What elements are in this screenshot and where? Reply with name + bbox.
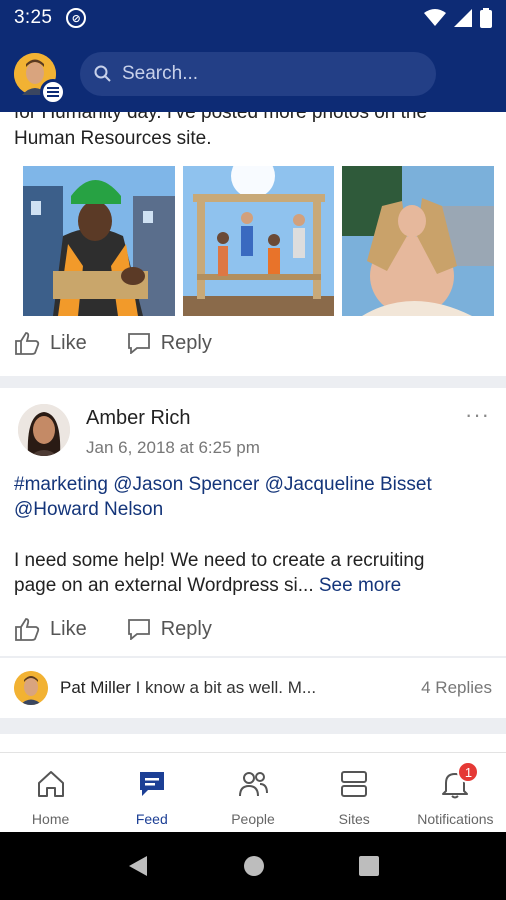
reply-button[interactable]: Reply: [127, 332, 212, 355]
mentions-line[interactable]: #marketing @Jason Spencer @Jacqueline Bi…: [14, 472, 492, 497]
tab-label: Feed: [135, 811, 168, 827]
feed-post-next: [0, 734, 506, 752]
reply-preview[interactable]: Pat Miller I know a bit as well. M... 4 …: [0, 658, 506, 718]
feed-post: Amber Rich Jan 6, 2018 at 6:25 pm ··· #m…: [0, 388, 506, 656]
post-photo-frame[interactable]: [182, 166, 335, 316]
status-bar: 3:25 ⊘: [0, 0, 506, 36]
like-label: Like: [50, 331, 87, 354]
back-icon[interactable]: [127, 854, 149, 878]
post-text: for Humanity day. I've posted more photo…: [0, 112, 506, 152]
tab-label: Notifications: [417, 811, 494, 827]
app-bar: [0, 36, 506, 112]
thumbs-up-icon: [15, 332, 40, 355]
home-circle-icon[interactable]: [243, 855, 265, 877]
mentions-line[interactable]: @Howard Nelson: [14, 497, 492, 522]
see-more-link[interactable]: See more: [319, 575, 401, 596]
post-text-line: for Humanity day. I've posted more photo…: [14, 112, 428, 123]
feed-icon: [139, 772, 164, 796]
system-nav-bar: [0, 832, 506, 900]
search-input[interactable]: [122, 63, 422, 85]
post-text-line: Human Resources site.: [14, 128, 212, 149]
tab-notifications[interactable]: 1 Notifications: [405, 753, 506, 832]
signal-icon: [454, 9, 472, 27]
post-photo-gloves[interactable]: [342, 166, 495, 316]
wifi-icon: [424, 9, 446, 26]
post-header: Amber Rich Jan 6, 2018 at 6:25 pm ···: [0, 388, 506, 458]
data-saver-icon: ⊘: [66, 8, 87, 28]
bottom-tab-bar: Home Feed People Sites 1 Notifications: [0, 752, 506, 832]
reply-button[interactable]: Reply: [127, 618, 212, 641]
author-avatar[interactable]: [18, 404, 70, 456]
reply-label: Reply: [160, 331, 212, 354]
tab-label: People: [231, 811, 275, 827]
search-icon: [94, 65, 111, 82]
author-name[interactable]: Amber Rich: [86, 407, 260, 430]
notification-badge: 1: [457, 761, 480, 783]
menu-icon: [40, 79, 66, 105]
more-options-icon[interactable]: ···: [465, 402, 490, 458]
like-button[interactable]: Like: [14, 617, 87, 641]
reply-text: I know a bit as well. M...: [135, 678, 317, 697]
post-actions: Like Reply: [0, 602, 506, 656]
reply-author-name: Pat Miller: [60, 678, 131, 697]
author-avatar: [26, 734, 66, 752]
search-bar[interactable]: [80, 52, 436, 96]
home-icon: [37, 771, 64, 797]
sites-icon: [341, 771, 368, 797]
thumbs-up-icon: [15, 618, 40, 641]
post-timestamp: Jan 6, 2018 at 6:25 pm: [86, 438, 260, 457]
tab-label: Sites: [338, 811, 370, 827]
post-body-line: I need some help! We need to create a re…: [14, 550, 425, 571]
status-icons: [424, 8, 492, 28]
tab-sites[interactable]: Sites: [304, 753, 405, 832]
like-button[interactable]: Like: [14, 331, 87, 355]
people-icon: [239, 772, 268, 797]
reply-author-avatar: [14, 671, 48, 705]
feed-post: for Humanity day. I've posted more photo…: [0, 112, 506, 376]
recents-icon[interactable]: [359, 856, 379, 876]
feed-list[interactable]: for Humanity day. I've posted more photo…: [0, 112, 506, 752]
tab-label: Home: [31, 811, 70, 827]
post-body-line: page on an external Wordpress si...: [14, 575, 314, 596]
comment-icon: [127, 619, 150, 640]
reply-snippet: Pat Miller I know a bit as well. M...: [60, 678, 316, 698]
profile-menu-button[interactable]: [14, 53, 66, 105]
post-photo-worker[interactable]: [23, 166, 175, 316]
tab-people[interactable]: People: [202, 753, 303, 832]
reply-label: Reply: [160, 617, 212, 640]
tab-feed[interactable]: Feed: [101, 753, 202, 832]
tab-home[interactable]: Home: [0, 753, 101, 832]
post-actions: Like Reply: [0, 316, 506, 370]
photo-strip: [0, 166, 506, 316]
reply-count[interactable]: 4 Replies: [421, 678, 492, 698]
like-label: Like: [50, 617, 87, 640]
post-body: I need some help! We need to create a re…: [0, 522, 506, 598]
post-mentions: #marketing @Jason Spencer @Jacqueline Bi…: [0, 458, 506, 522]
status-time: 3:25: [14, 7, 53, 28]
comment-icon: [127, 333, 150, 354]
battery-icon: [480, 8, 492, 28]
post-meta: Amber Rich Jan 6, 2018 at 6:25 pm: [86, 404, 260, 458]
